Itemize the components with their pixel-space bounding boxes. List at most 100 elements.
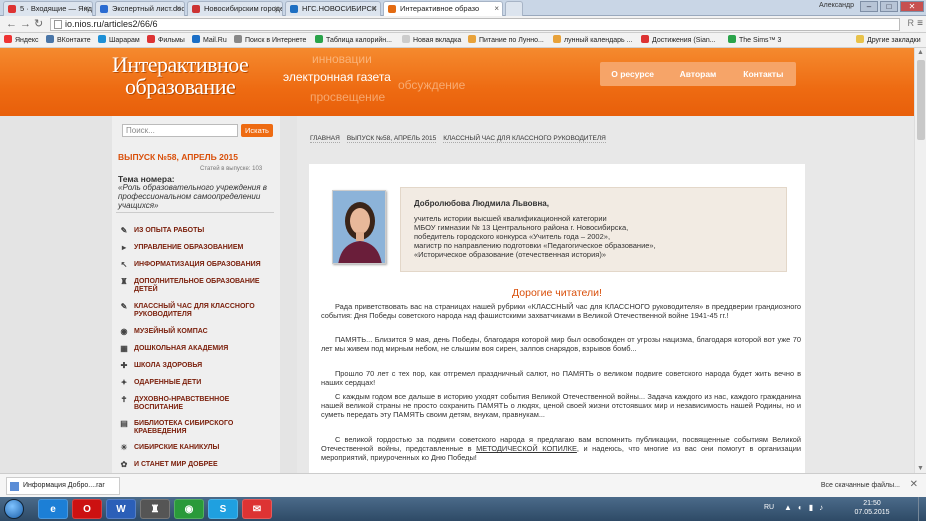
skype-icon[interactable]: S [208,499,238,519]
search-button[interactable]: Искать [241,124,273,137]
category-health[interactable]: ✚ ШКОЛА ЗДОРОВЬЯ [120,362,278,370]
paragraph: Рада приветствовать вас на страницах наш… [321,302,801,321]
forward-icon[interactable]: → [20,18,31,30]
pen-icon: ✎ [120,302,128,311]
show-desktop-button[interactable] [918,497,926,521]
reload-icon[interactable]: ↻ [34,18,43,30]
bookmark-mailru[interactable]: Mail.Ru [192,33,227,48]
chrome-icon[interactable]: ◉ [174,499,204,519]
nav-about[interactable]: О ресурсе [600,62,665,86]
reader-icon[interactable]: R [908,18,915,28]
close-tab-icon[interactable]: × [372,2,377,15]
calories-icon [315,35,323,43]
category-management[interactable]: ▸ УПРАВЛЕНИЕ ОБРАЗОВАНИЕМ [120,244,278,252]
paragraph: Прошло 70 лет с тех пор, как отгремел пр… [321,369,801,388]
close-window-button[interactable]: ✕ [900,1,924,12]
vertical-scrollbar[interactable]: ▲ ▼ [914,48,926,473]
author-photo [332,190,386,264]
tanks-game-icon[interactable]: ♜ [140,499,170,519]
new-tab-button[interactable] [505,1,523,16]
tab-3[interactable]: Новосибирским городе × [187,1,283,16]
scroll-thumb[interactable] [917,60,925,140]
bookmark-new-tab[interactable]: Новая вкладка [402,33,461,48]
issue-title[interactable]: ВЫПУСК №58, АПРЕЛЬ 2015 [118,152,238,162]
bookmark-vk[interactable]: ВКонтакте [46,33,91,48]
opera-icon[interactable]: O [72,499,102,519]
breadcrumb: ГЛАВНАЯ ВЫПУСК №58, АПРЕЛЬ 2015 КЛАССНЫЙ… [310,135,606,143]
show-all-downloads-link[interactable]: Все скачанные файлы... [821,482,900,489]
folder-icon [553,35,561,43]
star-icon: ✦ [120,378,128,387]
crumb-issue[interactable]: ВЫПУСК №58, АПРЕЛЬ 2015 [346,135,437,143]
site-logo[interactable]: Интерактивное образование [112,54,249,98]
start-button[interactable] [4,499,24,519]
url-input[interactable]: io.nios.ru/articles2/66/6 [50,18,900,31]
bookmark-lunar-diet[interactable]: Питание по Лунно... [468,33,544,48]
tab-4[interactable]: НГС.НОВОСИБИРСК × [285,1,381,16]
category-preschool[interactable]: ▦ ДОШКОЛЬНАЯ АКАДЕМИЯ [120,345,278,353]
tab-2[interactable]: Экспертный лист.docx × [95,1,185,16]
tab-1[interactable]: 5 · Входящие — Яндекс.× [3,1,93,16]
category-spiritual[interactable]: ✝ ДУХОВНО-НРАВСТВЕННОЕ ВОСПИТАНИЕ [120,396,278,412]
minimize-button[interactable]: – [860,1,878,12]
close-tab-icon[interactable]: × [494,2,499,15]
mail-app-icon[interactable]: ✉ [242,499,272,519]
author-name: Добролюбова Людмила Львовна, [414,199,549,208]
back-icon[interactable]: ← [6,18,17,30]
bookmark-yandex[interactable]: Яндекс [4,33,39,48]
shararam-icon [98,35,106,43]
bookmark-films[interactable]: Фильмы [147,33,185,48]
download-item[interactable]: Информация Добро....rar [6,477,120,495]
bookmark-calories[interactable]: Таблица калорийн... [315,33,392,48]
close-downloads-icon[interactable]: ✕ [910,479,918,490]
maximize-button[interactable]: □ [880,1,898,12]
bookmark-lunar-calendar[interactable]: лунный календарь ... [553,33,632,48]
close-tab-icon[interactable]: × [274,2,279,15]
category-museum[interactable]: ◉ МУЗЕЙНЫЙ КОМПАС [120,328,278,336]
site-header: инновации обсуждение просвещение Интерак… [0,48,914,116]
ie-icon[interactable]: e [38,499,68,519]
category-library[interactable]: ▤ БИБЛИОТЕКА СИБИРСКОГО КРАЕВЕДЕНИЯ [120,420,278,436]
bookmark-shararam[interactable]: Шарарам [98,33,140,48]
crumb-home[interactable]: ГЛАВНАЯ [310,135,340,143]
page-icon [54,20,62,29]
ghost-word: инновации [312,52,372,66]
scroll-down-icon[interactable]: ▼ [917,465,924,472]
achievements-icon [641,35,649,43]
ngs-icon [290,5,298,13]
word-icon[interactable]: W [106,499,136,519]
category-extra-education[interactable]: ♜ ДОПОЛНИТЕЛЬНОЕ ОБРАЗОВАНИЕ ДЕТЕЙ [120,278,278,294]
system-tray[interactable]: ▲◐▮♪ [784,503,829,512]
menu-icon[interactable]: ≡ [917,18,923,29]
sun-icon: ☀ [120,443,128,452]
bookmark-search[interactable]: Поиск в Интернете [234,33,306,48]
nav-authors[interactable]: Авторам [665,62,730,86]
nav-contacts[interactable]: Контакты [731,62,796,86]
yandex-icon [4,35,12,43]
crumb-section[interactable]: КЛАССНЫЙ ЧАС ДЛЯ КЛАССНОГО РУКОВОДИТЕЛЯ [443,135,606,143]
close-tab-icon[interactable]: × [84,2,89,15]
close-tab-icon[interactable]: × [176,2,181,15]
bookmark-sims[interactable]: The Sims™ 3 [728,33,781,48]
other-bookmarks[interactable]: Другие закладки [856,33,921,48]
category-class-hour[interactable]: ✎ КЛАССНЫЙ ЧАС ДЛЯ КЛАССНОГО РУКОВОДИТЕЛЯ [120,303,278,319]
category-informatization[interactable]: ↖ ИНФОРМАТИЗАЦИЯ ОБРАЗОВАНИЯ [120,261,278,269]
bookmark-achievements[interactable]: Достижения (Sian... [641,33,716,48]
vk-icon [46,35,54,43]
language-indicator[interactable]: RU [764,504,774,511]
method-collection-link[interactable]: МЕТОДИЧЕСКОЙ КОПИЛКЕ [476,444,577,453]
search-input[interactable]: Поиск... [122,124,238,137]
tab-5-active[interactable]: Интерактивное образо × [383,1,503,16]
clock[interactable]: 21:50 07.05.2015 [850,499,894,517]
category-work-experience[interactable]: ✎ ИЗ ОПЫТА РАБОТЫ [120,227,278,235]
arrow-icon: ▸ [121,243,126,252]
theme-value: «Роль образовательного учреждения в проф… [118,183,267,210]
bookmarks-bar: Яндекс ВКонтакте Шарарам Фильмы Mail.Ru … [0,33,926,48]
scroll-up-icon[interactable]: ▲ [917,49,924,56]
pen-icon: ✎ [120,226,128,235]
author-line: магистр по направлению подготовки «Педаг… [414,241,656,250]
category-gifted[interactable]: ✦ ОДАРЕННЫЕ ДЕТИ [120,379,278,387]
site-icon [192,5,200,13]
category-kinder-world[interactable]: ✿ И СТАНЕТ МИР ДОБРЕЕ [120,461,278,469]
category-holidays[interactable]: ☀ СИБИРСКИЕ КАНИКУЛЫ [120,444,278,452]
